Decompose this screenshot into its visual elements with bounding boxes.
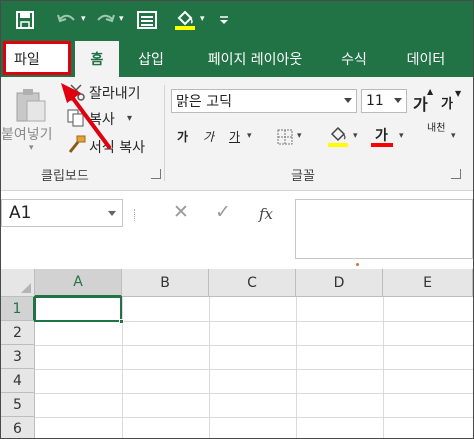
tab-insert[interactable]: 삽입 [127, 41, 175, 77]
paste-icon[interactable] [13, 87, 49, 127]
ribbon-home: 붙여넣기 ▾ 잘라내기 복사 ▾ 서식 복사 클립보드 맑은 고딕 11 가 ▲… [1, 77, 473, 191]
undo-dropdown-icon[interactable]: ▾ [81, 14, 86, 24]
copy-icon[interactable] [67, 109, 85, 131]
underline-button[interactable]: 가 [229, 128, 240, 145]
column-header-b[interactable]: B [122, 269, 209, 297]
select-all-button[interactable] [1, 269, 35, 297]
clipboard-launcher-icon[interactable] [151, 169, 161, 179]
active-cell-a1[interactable] [34, 296, 122, 322]
formula-splitter[interactable] [134, 209, 137, 221]
ribbon-separator [164, 85, 165, 181]
column-header-c[interactable]: C [209, 269, 296, 297]
tab-file[interactable]: 파일 [3, 41, 71, 75]
redo-dropdown-icon[interactable]: ▾ [119, 14, 124, 24]
gridline [35, 393, 473, 394]
select-all-icon [21, 283, 31, 293]
underline-dropdown-icon[interactable]: ▾ [247, 131, 252, 141]
format-painter-icon[interactable] [67, 135, 87, 159]
phonetic-button[interactable]: 내천 [427, 123, 447, 134]
borders-icon[interactable] [277, 129, 293, 149]
format-painter-button[interactable]: 서식 복사 [89, 137, 145, 157]
shrink-arrow-icon: ▼ [455, 89, 462, 98]
gridline [35, 369, 473, 370]
insert-function-button[interactable]: fx [259, 205, 273, 223]
tab-formulas[interactable]: 수식 [331, 41, 377, 77]
paste-button[interactable]: 붙여넣기 [1, 124, 53, 144]
italic-button[interactable]: 가 [203, 128, 214, 145]
ribbon-tabs: 홈 삽입 페이지 레이아웃 수식 데이터 [1, 41, 473, 77]
enter-icon[interactable]: ✓ [215, 201, 231, 223]
customize-qat-icon[interactable] [217, 8, 231, 32]
font-color-button[interactable]: 가 [375, 125, 388, 145]
cut-button[interactable]: 잘라내기 [89, 83, 141, 103]
name-box-value: A1 [9, 203, 32, 223]
paint-bucket-icon[interactable] [173, 8, 197, 32]
tab-page-layout[interactable]: 페이지 레이아웃 [187, 41, 323, 77]
chevron-down-icon [344, 98, 352, 103]
row-header-3[interactable]: 3 [1, 345, 35, 369]
redo-icon[interactable] [93, 8, 117, 32]
row-header-6[interactable]: 6 [1, 417, 35, 438]
tab-file-label: 파일 [14, 52, 40, 68]
cancel-icon[interactable]: ✕ [173, 201, 189, 223]
formula-bar: A1 ✕ ✓ fx [1, 191, 473, 269]
tab-data[interactable]: 데이터 [391, 41, 461, 77]
row-header-1[interactable]: 1 [1, 297, 35, 321]
grow-font-button[interactable]: 가 [413, 91, 428, 115]
font-launcher-icon[interactable] [451, 169, 461, 179]
gridline [35, 417, 473, 418]
chevron-down-icon [394, 98, 402, 103]
copy-button[interactable]: 복사 [89, 109, 115, 129]
quick-access-toolbar: ▾ ▾ ▾ [1, 1, 473, 41]
font-name-dropdown[interactable]: 맑은 고딕 [171, 89, 357, 113]
paste-dropdown-icon[interactable]: ▾ [29, 143, 34, 153]
font-group-label: 글꼴 [291, 169, 315, 184]
decorative-dot [356, 263, 359, 266]
chevron-down-icon [108, 211, 116, 216]
scissors-icon[interactable] [67, 83, 85, 105]
row-header-4[interactable]: 4 [1, 369, 35, 393]
excel-window: ▾ ▾ ▾ 홈 삽입 페이지 레이아웃 수식 데이터 파일 홈 붙여넣기 ▾ [0, 0, 474, 439]
phonetic-dropdown-icon[interactable]: ▾ [451, 131, 456, 141]
fill-color-icon[interactable] [327, 125, 349, 151]
fill-color-dropdown-icon[interactable]: ▾ [353, 131, 358, 141]
name-box[interactable]: A1 [1, 199, 123, 227]
tab-home-active[interactable]: 홈 [75, 41, 119, 77]
borders-dropdown-icon[interactable]: ▾ [297, 131, 302, 141]
save-icon[interactable] [13, 8, 37, 32]
formula-input[interactable] [295, 199, 473, 259]
copy-dropdown-icon[interactable]: ▾ [127, 113, 132, 124]
column-header-d[interactable]: D [296, 269, 383, 297]
undo-icon[interactable] [55, 8, 79, 32]
font-color-bar [371, 143, 393, 147]
worksheet-grid: A B C D E 1 2 3 4 5 6 [1, 269, 473, 438]
font-size-dropdown[interactable]: 11 [361, 89, 407, 113]
bold-button[interactable]: 가 [177, 128, 188, 145]
form-icon[interactable] [135, 8, 159, 32]
gridline [35, 345, 473, 346]
column-header-a[interactable]: A [35, 269, 122, 297]
font-size-value: 11 [366, 93, 384, 109]
clipboard-group-label: 클립보드 [41, 169, 89, 184]
row-header-5[interactable]: 5 [1, 393, 35, 417]
grow-arrow-icon: ▲ [427, 87, 434, 96]
font-name-value: 맑은 고딕 [176, 94, 232, 110]
shrink-font-button[interactable]: 가 [441, 93, 453, 112]
fill-dropdown-icon[interactable]: ▾ [200, 14, 205, 24]
fill-handle[interactable] [119, 319, 124, 324]
column-header-e[interactable]: E [383, 269, 473, 297]
font-color-dropdown-icon[interactable]: ▾ [399, 131, 404, 141]
row-header-2[interactable]: 2 [1, 321, 35, 345]
